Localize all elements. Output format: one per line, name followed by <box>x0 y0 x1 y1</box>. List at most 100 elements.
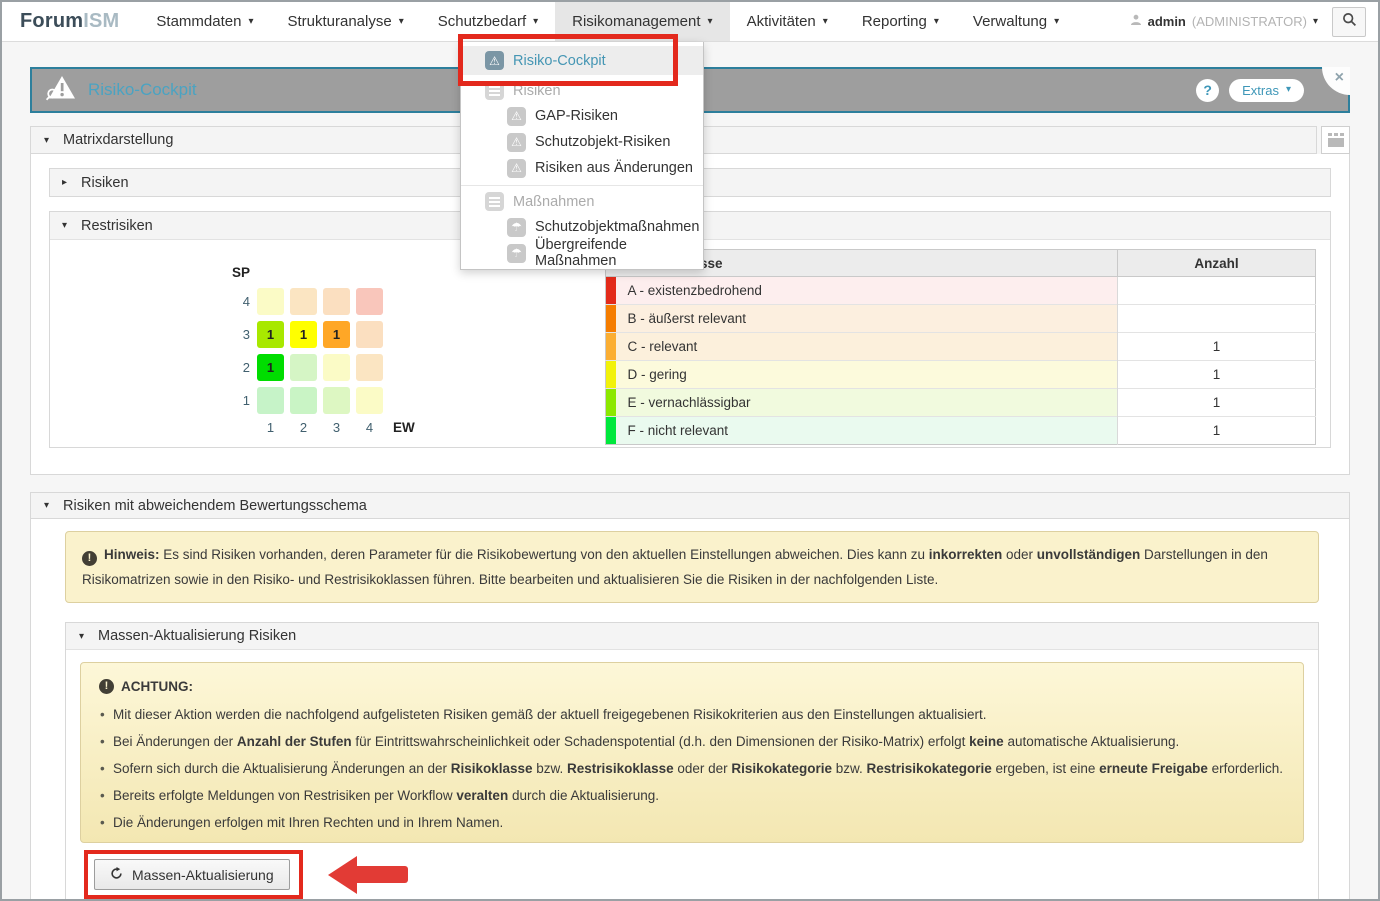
close-button[interactable]: × <box>1322 67 1350 95</box>
section-header-massen[interactable]: ▾ Massen-Aktualisierung Risiken <box>66 623 1318 650</box>
menu-item-risiko-cockpit[interactable]: ⚠ Risiko-Cockpit <box>461 46 703 75</box>
abweichend-section: ▾ Risiken mit abweichendem Bewertungssch… <box>30 492 1350 901</box>
class-count <box>1118 305 1316 333</box>
nav-item-verwaltung[interactable]: Verwaltung ▾ <box>956 2 1076 41</box>
matrix-cell: 1 <box>257 354 284 381</box>
help-button[interactable]: ? <box>1196 79 1219 102</box>
chevron-down-icon: ▾ <box>1054 17 1059 27</box>
matrix-col-labels: 1234EW <box>257 420 605 435</box>
matrix-cell: 1 <box>290 321 317 348</box>
risk-icon: ⚠ <box>485 51 504 70</box>
menu-item-gap-risiken[interactable]: ⚠GAP-Risiken <box>461 103 703 129</box>
search-button[interactable] <box>1332 7 1366 37</box>
section-title: Risiken mit abweichendem Bewertungsschem… <box>63 498 367 514</box>
matrix-cell <box>323 387 350 414</box>
risk-icon: ⚠ <box>507 107 526 126</box>
matrix-cell <box>356 321 383 348</box>
matrix-col-label: 3 <box>323 420 350 435</box>
risk-cockpit-icon <box>46 75 76 106</box>
extras-button[interactable]: Extras ▾ <box>1229 79 1304 102</box>
class-color-bar <box>606 277 616 305</box>
menu-item-risiken-aus-nderungen[interactable]: ⚠ Risiken aus Änderungen <box>461 155 703 181</box>
achtung-bullet: Mit dieser Aktion werden die nachfolgend… <box>99 701 1285 728</box>
layout-toggle-button[interactable] <box>1321 126 1350 154</box>
chevron-down-icon: ▾ <box>1313 17 1318 27</box>
nav-right: admin (ADMINISTRATOR) ▾ <box>1130 2 1378 41</box>
nav-item-schutzbedarf[interactable]: Schutzbedarf ▾ <box>421 2 555 41</box>
exclamation-circle-icon: ! <box>82 551 97 566</box>
menu-item-label: Übergreifende Maßnahmen <box>535 237 703 269</box>
close-icon: × <box>1335 70 1344 86</box>
nav-item-stammdaten[interactable]: Stammdaten ▾ <box>139 2 270 41</box>
class-count: 1 <box>1118 389 1316 417</box>
matrix-cell <box>290 288 317 315</box>
page-title: Risiko-Cockpit <box>88 80 197 100</box>
class-count <box>1118 277 1316 305</box>
umbrella-icon: ☂ <box>507 244 526 263</box>
user-icon <box>1130 14 1142 29</box>
window-icon <box>1328 133 1344 136</box>
nav-item-strukturanalyse[interactable]: Strukturanalyse▾ <box>270 2 420 41</box>
nav-item-label: Stammdaten <box>156 13 241 30</box>
nav-item-aktivit-ten[interactable]: Aktivitäten ▾ <box>730 2 845 41</box>
achtung-bullet-list: Mit dieser Aktion werden die nachfolgend… <box>99 701 1285 836</box>
logo-part2: ISM <box>83 10 119 33</box>
panel-title: Risiken <box>81 175 129 191</box>
chevron-down-icon: ▾ <box>533 17 538 27</box>
list-glyph <box>489 197 500 199</box>
matrix-cell: 1 <box>323 321 350 348</box>
menu-item-schutzobjekt-risiken[interactable]: ⚠Schutzobjekt-Risiken <box>461 129 703 155</box>
matrix-col-label: 4 <box>356 420 383 435</box>
matrix-cell <box>257 387 284 414</box>
matrix-row: 3111 <box>230 321 605 348</box>
menu-item-label: Risiken aus Änderungen <box>535 160 693 176</box>
user-menu[interactable]: admin (ADMINISTRATOR) ▾ <box>1130 14 1318 29</box>
chevron-down-icon: ▾ <box>934 17 939 27</box>
table-row: F - nicht relevant1 <box>606 417 1316 445</box>
list-icon <box>485 81 504 100</box>
hinweis-note: !Hinweis: Es sind Risiken vorhanden, der… <box>65 531 1319 603</box>
menu-item-label: Risiko-Cockpit <box>513 53 606 69</box>
table-row: D - gering1 <box>606 361 1316 389</box>
nav-item-reporting[interactable]: Reporting▾ <box>845 2 956 41</box>
nav-item-label: Aktivitäten <box>747 13 816 30</box>
nav-item-label: Verwaltung <box>973 13 1047 30</box>
logo-part1: Forum <box>20 10 83 33</box>
chevron-down-icon: ▾ <box>248 17 253 27</box>
matrix-cell <box>323 354 350 381</box>
menu-item-bergreifende-ma-nahmen[interactable]: ☂ Übergreifende Maßnahmen <box>461 240 703 266</box>
top-navbar: ForumISM Stammdaten▾Strukturanalyse▾Schu… <box>2 2 1378 42</box>
matrix-col-label: 2 <box>290 420 317 435</box>
exclamation-circle-icon: ! <box>99 679 114 694</box>
class-label: E - vernachlässigbar <box>616 389 1118 417</box>
class-color-bar <box>606 333 616 361</box>
section-header-abweichend[interactable]: ▾ Risiken mit abweichendem Bewertungssch… <box>30 492 1350 519</box>
nav-item-label: Schutzbedarf <box>438 13 526 30</box>
panel-title: Restrisiken <box>81 218 153 234</box>
button-label: Massen-Aktualisierung <box>132 867 274 883</box>
app-logo[interactable]: ForumISM <box>20 2 119 41</box>
search-icon <box>1342 12 1357 32</box>
menu-item-risiken: Risiken <box>461 78 703 103</box>
matrix-row-label: 1 <box>230 393 250 408</box>
menu-item-label: Schutzobjekt-Risiken <box>535 134 670 150</box>
class-color-bar <box>606 389 616 417</box>
chevron-down-icon: ▾ <box>823 17 828 27</box>
nav-menu: Stammdaten▾Strukturanalyse▾Schutzbedarf▾… <box>139 2 1076 41</box>
matrix-row-label: 4 <box>230 294 250 309</box>
nav-item-label: Strukturanalyse <box>287 13 391 30</box>
table-row: A - existenzbedrohend <box>606 277 1316 305</box>
matrix-row: 1 <box>230 387 605 414</box>
matrix-cell: 1 <box>257 321 284 348</box>
nav-item-risikomanagement[interactable]: Risikomanagement▾ <box>555 2 729 41</box>
class-label: F - nicht relevant <box>616 417 1118 445</box>
matrix-cell <box>356 387 383 414</box>
risk-icon: ⚠ <box>507 159 526 178</box>
class-color-bar <box>606 361 616 389</box>
massen-aktualisierung-button[interactable]: Massen-Aktualisierung <box>94 859 290 890</box>
app-window: ForumISM Stammdaten▾Strukturanalyse▾Schu… <box>0 0 1380 901</box>
umbrella-icon: ☂ <box>507 218 526 237</box>
hinweis-text: Hinweis: Es sind Risiken vorhanden, dere… <box>82 547 1268 587</box>
class-label: C - relevant <box>616 333 1118 361</box>
expand-triangle-icon: ▸ <box>62 177 72 188</box>
